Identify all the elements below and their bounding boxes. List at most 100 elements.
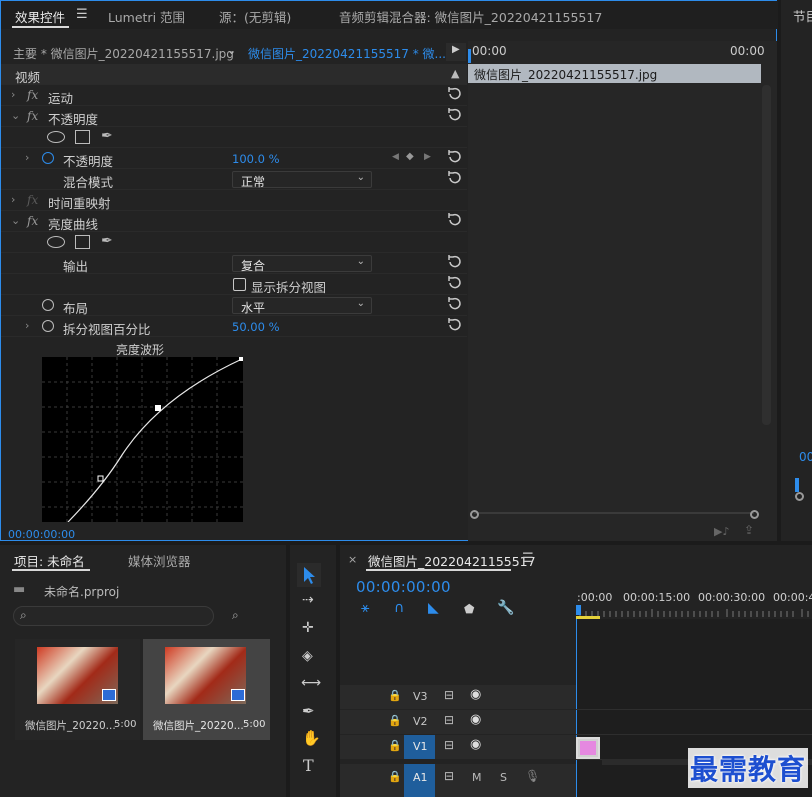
audio-icon[interactable]: ▶♪ — [714, 525, 729, 538]
luma-curve-graph[interactable] — [42, 357, 243, 522]
program-playhead[interactable] — [795, 478, 799, 492]
row-time-remap[interactable]: › fx 时间重映射 — [1, 190, 467, 211]
tab-media-browser[interactable]: 媒体浏览器 — [128, 551, 191, 570]
selection-tool-icon[interactable] — [297, 563, 321, 587]
add-keyframe-icon[interactable]: ◆ — [406, 151, 414, 162]
hamburger-icon[interactable]: ☰ — [522, 551, 534, 566]
fx-icon[interactable]: fx — [27, 193, 38, 207]
tab-source[interactable]: 源：(无剪辑) — [219, 7, 291, 26]
chevron-right-icon[interactable]: › — [11, 88, 15, 101]
layout-dropdown[interactable]: 水平 ⌄ — [232, 297, 372, 315]
hand-tool-icon[interactable]: ✋ — [302, 729, 321, 747]
tab-sequence[interactable]: 微信图片_20220421155517 — [368, 551, 536, 570]
export-icon[interactable]: ⇪ — [744, 523, 754, 537]
next-keyframe-icon[interactable]: ▶ — [424, 152, 431, 162]
playhead[interactable] — [468, 49, 471, 63]
row-opacity-param[interactable]: › 不透明度 100.0 % ◀ ◆ ▶ — [1, 148, 467, 169]
nest-sequence-icon[interactable]: ⚹ — [361, 600, 369, 616]
sync-lock-icon[interactable]: ⊟ — [444, 769, 454, 783]
toggle-timeline-button[interactable]: ▶ — [446, 43, 466, 61]
sync-lock-icon[interactable]: ⊟ — [444, 713, 454, 727]
chevron-up-icon[interactable]: ▲ — [451, 67, 459, 80]
pen-tool-icon[interactable]: ✒ — [302, 702, 315, 720]
sync-lock-icon[interactable]: ⊟ — [444, 688, 454, 702]
row-motion[interactable]: › fx 运动 — [1, 85, 467, 106]
slip-tool-icon[interactable]: ⟷ — [301, 675, 321, 691]
effect-controls-timecode[interactable]: 00:00:00:00 — [8, 528, 75, 541]
lock-icon[interactable]: 🔒 — [388, 689, 402, 702]
close-icon[interactable]: × — [348, 553, 357, 566]
lock-icon[interactable]: 🔒 — [388, 714, 402, 727]
pen-mask-icon[interactable]: ✒ — [101, 128, 113, 144]
search-input[interactable]: ⌕ — [13, 606, 214, 626]
zoom-handle[interactable] — [795, 492, 804, 501]
horizontal-scrollbar[interactable] — [474, 512, 754, 514]
solo-button[interactable]: S — [500, 771, 507, 784]
row-layout[interactable]: 布局 水平 ⌄ — [1, 295, 467, 316]
tab-lumetri-scopes[interactable]: Lumetri 范围 — [108, 7, 185, 26]
sync-lock-icon[interactable]: ⊟ — [444, 738, 454, 752]
master-clip-label[interactable]: 主要 * 微信图片_20220421155517.jpg — [13, 45, 234, 62]
pen-mask-icon[interactable]: ✒ — [101, 233, 113, 249]
track-header-a1[interactable]: 🔒 A1 ⊟ M S 🎙 — [340, 764, 576, 797]
new-bin-icon[interactable]: ⌕ — [232, 608, 239, 623]
project-item[interactable]: 微信图片_20220... 5:00 — [15, 639, 140, 740]
zoom-handle-left[interactable] — [470, 510, 479, 519]
vertical-scrollbar[interactable] — [762, 85, 771, 425]
chevron-right-icon[interactable]: › — [11, 193, 15, 206]
eye-icon[interactable]: ◉ — [470, 712, 481, 727]
fx-icon[interactable]: fx — [27, 109, 38, 123]
track-header-v2[interactable]: 🔒 V2 ⊟ ◉ — [340, 710, 576, 734]
effect-timeline-area[interactable]: 00:00 00:00 微信图片_20220421155517.jpg ▶♪ ⇪ — [468, 41, 777, 541]
clip-bar[interactable]: 微信图片_20220421155517.jpg — [468, 64, 761, 83]
chevron-down-icon[interactable]: ⌄ — [227, 44, 236, 57]
tab-project[interactable]: 项目: 未命名 — [14, 551, 85, 570]
timeline-playhead-head[interactable] — [576, 605, 581, 615]
hamburger-icon[interactable]: ☰ — [76, 7, 88, 22]
ripple-edit-tool-icon[interactable]: ✛ — [302, 620, 314, 636]
output-dropdown[interactable]: 复合 ⌄ — [232, 255, 372, 273]
track-header-v1[interactable]: 🔒 V1 ⊟ ◉ — [340, 735, 576, 759]
row-split-percent[interactable]: › 拆分视图百分比 50.00 % — [1, 316, 467, 337]
split-percent-value[interactable]: 50.00 % — [232, 320, 280, 334]
linked-selection-icon[interactable]: ◣ — [428, 600, 439, 616]
fx-icon[interactable]: fx — [27, 214, 38, 228]
prev-keyframe-icon[interactable]: ◀ — [392, 152, 399, 162]
snap-icon[interactable]: ∩ — [394, 600, 404, 616]
lock-icon[interactable]: 🔒 — [388, 770, 402, 783]
tab-program[interactable]: 节目 — [793, 6, 812, 25]
razor-tool-icon[interactable]: ◈ — [302, 648, 313, 664]
show-split-checkbox[interactable] — [233, 278, 246, 291]
row-opacity[interactable]: ⌄ fx 不透明度 — [1, 106, 467, 127]
sequence-clip-label[interactable]: 微信图片_20220421155517 * 微... — [248, 45, 446, 62]
track-header-v3[interactable]: 🔒 V3 ⊟ ◉ — [340, 685, 576, 709]
eye-icon[interactable]: ◉ — [470, 737, 481, 752]
stopwatch-icon[interactable] — [42, 152, 54, 164]
row-output[interactable]: 输出 复合 ⌄ — [1, 253, 467, 274]
v1-clip[interactable] — [576, 737, 600, 759]
chevron-down-icon[interactable]: ⌄ — [11, 214, 20, 227]
marker-icon[interactable]: ⬟ — [464, 602, 474, 616]
track-select-tool-icon[interactable]: ⇢ — [302, 592, 314, 608]
eye-icon[interactable]: ◉ — [470, 687, 481, 702]
rectangle-mask-icon[interactable] — [75, 130, 90, 144]
lock-icon[interactable]: 🔒 — [388, 739, 402, 752]
blend-mode-dropdown[interactable]: 正常 ⌄ — [232, 171, 372, 189]
tab-effect-controls[interactable]: 效果控件 — [15, 7, 65, 26]
zoom-handle-right[interactable] — [750, 510, 759, 519]
mute-button[interactable]: M — [472, 771, 482, 784]
ellipse-mask-icon[interactable] — [47, 131, 65, 143]
row-luma-curve[interactable]: ⌄ fx 亮度曲线 — [1, 211, 467, 232]
stopwatch-icon[interactable] — [42, 299, 54, 311]
chevron-down-icon[interactable]: ⌄ — [11, 109, 20, 122]
timeline-timecode[interactable]: 00:00:00:00 — [356, 578, 451, 596]
time-ruler[interactable]: :00:00 00:00:15:00 00:00:30:00 00:00:4 — [576, 585, 812, 619]
project-item-selected[interactable]: 微信图片_20220... 5:00 — [143, 639, 270, 740]
ellipse-mask-icon[interactable] — [47, 236, 65, 248]
stopwatch-icon[interactable] — [42, 320, 54, 332]
chevron-right-icon[interactable]: › — [25, 151, 29, 164]
tab-audio-clip-mixer[interactable]: 音频剪辑混合器: 微信图片_20220421155517 — [339, 7, 602, 26]
row-blend-mode[interactable]: 混合模式 正常 ⌄ — [1, 169, 467, 190]
type-tool-icon[interactable]: T — [303, 756, 314, 775]
rectangle-mask-icon[interactable] — [75, 235, 90, 249]
